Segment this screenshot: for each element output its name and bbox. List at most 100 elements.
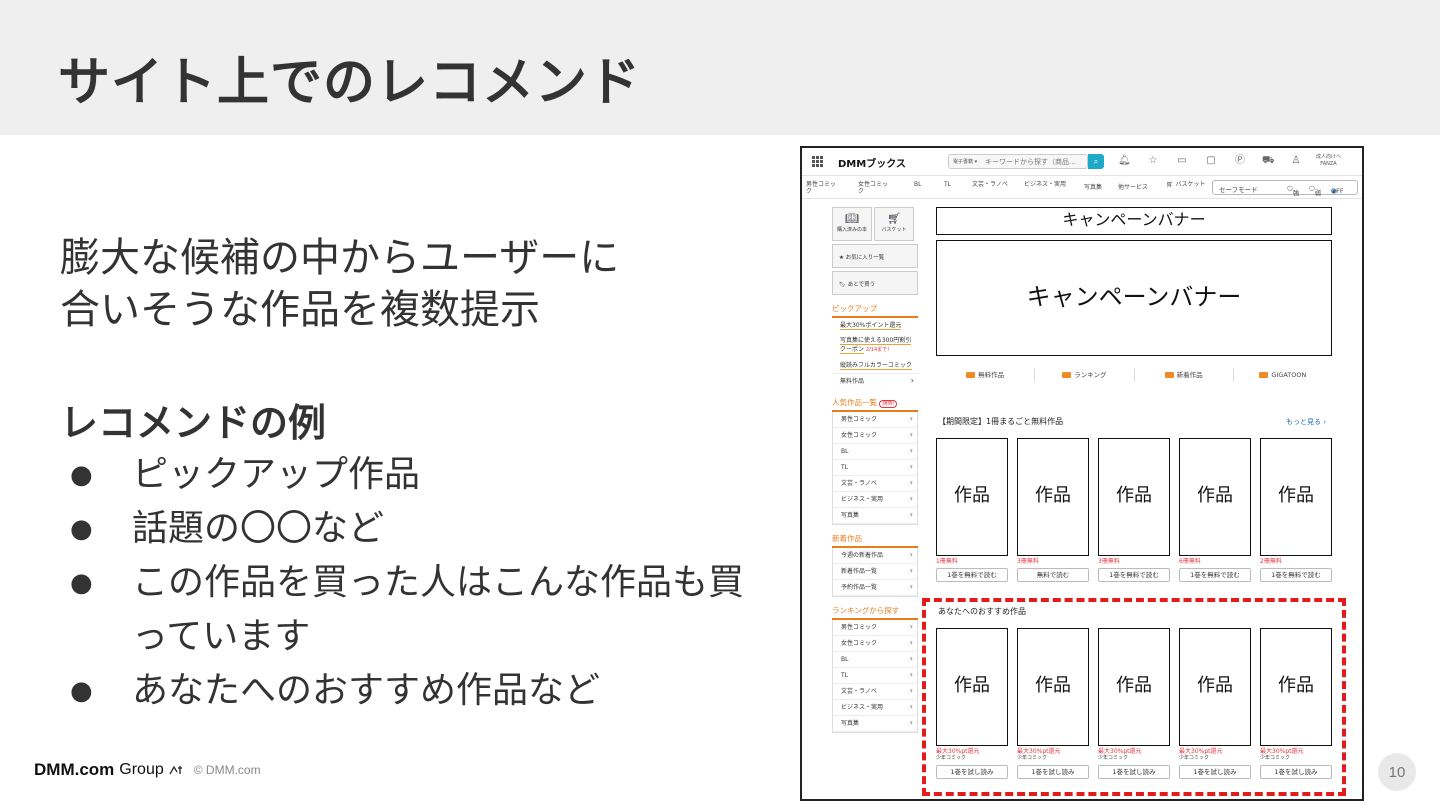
trial-read-button[interactable]: 1巻を試し読み — [1017, 765, 1089, 779]
trial-read-button[interactable]: 1巻を試し読み — [1260, 765, 1332, 779]
purchased-books-button[interactable]: 📖︎ 購入済みの本 — [832, 207, 872, 241]
book-cover[interactable]: 作品 — [1017, 628, 1089, 746]
book-cover[interactable]: 作品 — [1017, 438, 1089, 556]
star-icon[interactable]: ☆ — [1147, 155, 1159, 167]
group-mark-icon — [169, 765, 182, 775]
read-free-button[interactable]: 1巻を無料で読む — [1260, 568, 1332, 582]
quick-link-ranking[interactable]: ランキング — [1035, 368, 1135, 382]
trial-read-button[interactable]: 1巻を試し読み — [1179, 765, 1251, 779]
bell-icon[interactable]: 🔔︎ — [1118, 155, 1131, 167]
buy-later-link[interactable]: 🔖︎ あとで買う — [832, 271, 918, 295]
new-item[interactable]: 今週の新着作品 — [833, 548, 917, 564]
basket-label: バスケット — [881, 227, 907, 233]
basket-button[interactable]: 🛒︎ バスケット — [874, 207, 914, 241]
pickup-item[interactable]: 写真集に使える300円割引クーポン 2/14まで！ — [832, 333, 918, 358]
quick-link-gigatoon[interactable]: GIGATOON — [1234, 368, 1332, 382]
site-logo[interactable]: DMMブックス — [838, 155, 906, 170]
new-item[interactable]: 新着作品一覧 — [833, 564, 917, 580]
quick-link-new[interactable]: 新着作品 — [1135, 368, 1234, 382]
book-cover[interactable]: 作品 — [1260, 628, 1332, 746]
read-free-button[interactable]: 無料で読む — [1017, 568, 1089, 582]
adult-link[interactable]: 成人向けへ FANZA — [1316, 154, 1341, 168]
trial-read-button[interactable]: 1巻を試し読み — [1098, 765, 1170, 779]
read-free-button[interactable]: 1巻を無料で読む — [936, 568, 1008, 582]
point-icon[interactable]: Ⓟ — [1234, 155, 1246, 167]
ranking-item[interactable]: ビジネス・実用 — [833, 700, 917, 716]
recommend-item-card[interactable]: 作品 最大30%pt還元 少年コミック 1巻を試し読み — [1017, 628, 1089, 779]
book-cover[interactable]: 作品 — [1179, 438, 1251, 556]
popular-item[interactable]: BL — [833, 444, 917, 460]
popular-item[interactable]: 男性コミック — [833, 412, 917, 428]
ranking-item[interactable]: BL — [833, 652, 917, 668]
bullet-dot: ● — [70, 676, 93, 706]
recommend-item-card[interactable]: 作品 最大30%pt還元 少年コミック 1巻を試し読み — [1098, 628, 1170, 779]
search-input[interactable]: キーワードから探す（商品… — [985, 157, 1076, 167]
pickup-item[interactable]: 最大30%ポイント還元 — [832, 318, 918, 333]
popular-item[interactable]: 文芸・ラノベ — [833, 476, 917, 492]
grid-menu-icon[interactable] — [812, 156, 823, 167]
genre-label: 少年コミック — [1260, 755, 1291, 761]
safe-mode-strong[interactable]: ○ 強 — [1287, 184, 1299, 197]
ranking-item[interactable]: 写真集 — [833, 716, 917, 732]
book-cover[interactable]: 作品 — [1098, 628, 1170, 746]
popular-item[interactable]: 写真集 — [833, 508, 917, 524]
safe-mode-weak[interactable]: ○ 弱 — [1309, 184, 1321, 197]
nav-other-services[interactable]: 他サービス — [1118, 184, 1148, 191]
ranking-item[interactable]: 女性コミック — [833, 636, 917, 652]
book-cover[interactable]: 作品 — [936, 438, 1008, 556]
safe-mode-off-label: OFF — [1331, 187, 1344, 195]
pickup-item[interactable]: 無料作品 › — [832, 373, 918, 389]
recommend-item-card[interactable]: 作品 最大30%pt還元 少年コミック 1巻を試し読み — [1179, 628, 1251, 779]
free-item-card[interactable]: 作品 6冊無料 1巻を無料で読む — [1179, 438, 1251, 582]
favorites-link[interactable]: ★ お気に入り一覧 — [832, 244, 918, 268]
cart-icon: 🛒︎ — [887, 212, 901, 225]
free-item-card[interactable]: 作品 2冊無料 1巻を無料で読む — [1260, 438, 1332, 582]
quick-link-free[interactable]: 無料作品 — [936, 368, 1036, 382]
chat-icon[interactable]: ▢ — [1205, 155, 1217, 167]
ranking-item[interactable]: 文芸・ラノベ — [833, 684, 917, 700]
nav-business[interactable]: ビジネス・実用 — [1024, 181, 1068, 188]
bullet-text: 話題の〇〇など — [132, 508, 385, 549]
safe-mode-toggle[interactable]: セーフモード ○ 強 ○ 弱 ◉ OFF — [1212, 180, 1358, 197]
nav-tl[interactable]: TL — [944, 181, 951, 188]
purchased-books-label: 購入済みの本 — [836, 227, 867, 233]
trial-read-button[interactable]: 1巻を試し読み — [936, 765, 1008, 779]
book-cover[interactable]: 作品 — [1098, 438, 1170, 556]
nav-photobook[interactable]: 写真集 — [1084, 184, 1102, 191]
pickup-item[interactable]: 縦読みフルカラーコミック — [832, 358, 918, 373]
book-cover[interactable]: 作品 — [1260, 438, 1332, 556]
nav-bungei[interactable]: 文芸・ラノベ — [972, 181, 1008, 188]
campaign-banner-small[interactable]: キャンペーンバナー — [936, 207, 1332, 235]
read-free-button[interactable]: 1巻を無料で読む — [1098, 568, 1170, 582]
book-cover[interactable]: 作品 — [936, 628, 1008, 746]
popular-item[interactable]: ビジネス・実用 — [833, 492, 917, 508]
nav-male-comic[interactable]: 男性コミック — [806, 181, 840, 195]
free-item-card[interactable]: 作品 3冊無料 無料で読む — [1017, 438, 1089, 582]
library-icon[interactable]: ▭ — [1176, 155, 1188, 167]
see-more-link[interactable]: もっと見る › — [1286, 417, 1326, 427]
new-item[interactable]: 予約作品一覧 — [833, 580, 917, 596]
gigatoon-icon — [1259, 372, 1269, 378]
read-free-button[interactable]: 1巻を無料で読む — [1179, 568, 1251, 582]
search-box[interactable]: 電子書籍 ▾ キーワードから探す（商品… — [948, 154, 1088, 169]
nav-female-comic[interactable]: 女性コミック — [858, 181, 892, 195]
recommend-item-card[interactable]: 作品 最大30%pt還元 少年コミック 1巻を試し読み — [1260, 628, 1332, 779]
user-icon[interactable]: ♙ — [1290, 155, 1302, 167]
ranking-item[interactable]: TL — [833, 668, 917, 684]
popular-item[interactable]: TL — [833, 460, 917, 476]
new-icon — [1164, 372, 1174, 378]
nav-basket[interactable]: 🛒︎ バスケット — [1166, 181, 1206, 188]
popular-item[interactable]: 女性コミック — [833, 428, 917, 444]
search-button[interactable]: ⌕ — [1088, 154, 1104, 169]
free-item-card[interactable]: 作品 3冊無料 1巻を無料で読む — [1098, 438, 1170, 582]
footer-logo: DMM.com Group © DMM.com — [34, 760, 261, 780]
free-item-card[interactable]: 作品 1冊無料 1巻を無料で読む — [936, 438, 1008, 582]
recommend-item-card[interactable]: 作品 最大30%pt還元 少年コミック 1巻を試し読み — [936, 628, 1008, 779]
ranking-item[interactable]: 男性コミック — [833, 620, 917, 636]
cart-icon[interactable]: ⛟ — [1262, 155, 1275, 167]
search-category[interactable]: 電子書籍 ▾ — [953, 158, 977, 165]
nav-bl[interactable]: BL — [914, 181, 921, 188]
campaign-banner-large[interactable]: キャンペーンバナー — [936, 240, 1332, 356]
book-cover[interactable]: 作品 — [1179, 628, 1251, 746]
free-badge: 3冊無料 — [1017, 558, 1039, 565]
